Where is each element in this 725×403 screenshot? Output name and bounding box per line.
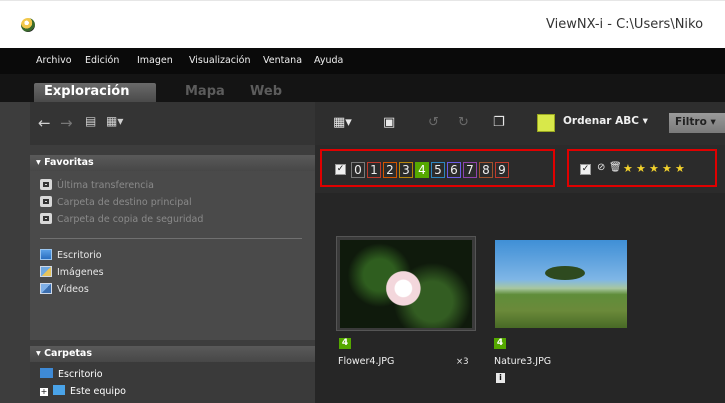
tab-mapa[interactable]: Mapa <box>175 83 235 102</box>
label-filter-checkbox[interactable]: ✓ <box>335 164 346 175</box>
folder-up-icon[interactable]: ▤ <box>85 114 96 128</box>
label-filter-7[interactable]: 7 <box>463 162 477 178</box>
label-filter-2[interactable]: 2 <box>383 162 397 178</box>
menu-edicion[interactable]: Edición <box>85 55 119 66</box>
thumbnail-flower-image[interactable] <box>340 240 472 328</box>
app-icon <box>21 18 35 32</box>
desktop-icon <box>40 249 52 260</box>
folders-panel: Escritorio + Este equipo <box>30 362 315 403</box>
tab-exploracion[interactable]: Exploración <box>34 83 156 102</box>
trash-icon[interactable]: 🗑 <box>609 162 622 173</box>
favorites-divider <box>40 238 302 239</box>
label-filter-1[interactable]: 1 <box>367 162 381 178</box>
label-filter-0[interactable]: 0 <box>351 162 365 178</box>
label-filter-9[interactable]: 9 <box>495 162 509 178</box>
menu-archivo[interactable]: Archivo <box>36 55 72 66</box>
folders-header[interactable]: ▾ Carpetas <box>30 346 315 362</box>
navigation-pane: ← → ▤ ▦▾ ▾ Favoritas Última transferenci… <box>0 102 315 403</box>
menu-imagen[interactable]: Imagen <box>137 55 173 66</box>
expand-plus-icon[interactable]: + <box>40 388 48 396</box>
camera-icon <box>40 213 52 224</box>
label-badge: 4 <box>494 338 506 349</box>
rotate-left-icon[interactable]: ↺ <box>428 115 439 130</box>
fav-videos[interactable]: Vídeos <box>40 283 89 295</box>
rotate-right-icon[interactable]: ↻ <box>458 115 469 130</box>
folder-desktop[interactable]: Escritorio <box>40 368 103 380</box>
folder-this-pc[interactable]: + Este equipo <box>40 385 126 397</box>
star-icon[interactable]: ★ <box>636 162 646 175</box>
menu-ventana[interactable]: Ventana <box>263 55 302 66</box>
filter-bar: ✓ 0123456789 ✓ ⊘ 🗑 ★ ★ ★ ★ ★ <box>315 145 725 193</box>
forward-arrow-icon[interactable]: → <box>60 114 73 132</box>
rating-filter-checkbox[interactable]: ✓ <box>580 164 591 175</box>
camera-icon <box>40 179 52 190</box>
label-filter-4[interactable]: 4 <box>415 162 429 178</box>
fav-main-destination[interactable]: Carpeta de destino principal <box>40 196 192 208</box>
raw-info-icon: i <box>496 373 505 383</box>
pictures-icon <box>40 266 52 277</box>
back-arrow-icon[interactable]: ← <box>38 114 51 132</box>
tab-web[interactable]: Web <box>240 83 292 102</box>
label-badge: 4 <box>339 338 351 349</box>
desktop-icon <box>40 368 53 378</box>
thumbnail-count: ×3 <box>456 357 469 367</box>
label-filter-8[interactable]: 8 <box>479 162 493 178</box>
star-icon[interactable]: ★ <box>623 162 633 175</box>
menu-visualizacion[interactable]: Visualización <box>189 55 251 66</box>
star-icon[interactable]: ★ <box>675 162 685 175</box>
thumbnail-nature-image[interactable] <box>495 240 627 328</box>
thumbnail-filename: Flower4.JPG <box>338 356 395 367</box>
sort-dropdown[interactable]: Ordenar ABC ▾ <box>563 115 648 127</box>
fav-desktop[interactable]: Escritorio <box>40 249 102 261</box>
unrated-icon[interactable]: ⊘ <box>597 162 605 173</box>
thumbnail-filename: Nature3.JPG <box>494 356 552 367</box>
star-icon[interactable]: ★ <box>662 162 672 175</box>
fav-pictures[interactable]: Imágenes <box>40 266 104 278</box>
collapse-arrow-icon: ▾ <box>36 348 45 359</box>
videos-icon <box>40 283 52 294</box>
favorites-panel: Última transferencia Carpeta de destino … <box>30 171 315 340</box>
favorites-menu-icon[interactable]: ▦▾ <box>106 114 123 128</box>
filter-dropdown[interactable]: Filtro ▾ <box>669 113 725 133</box>
grid-view-icon[interactable]: ▦▾ <box>333 115 352 130</box>
workspace-tabs: Exploración Mapa Web <box>0 74 725 102</box>
fav-backup-folder[interactable]: Carpeta de copia de seguridad <box>40 213 203 225</box>
camera-icon <box>40 196 52 207</box>
label-filter-6[interactable]: 6 <box>447 162 461 178</box>
label-filter-3[interactable]: 3 <box>399 162 413 178</box>
fav-last-transfer[interactable]: Última transferencia <box>40 179 154 191</box>
select-toggle-icon[interactable] <box>537 114 555 132</box>
copy-icon[interactable]: ❐ <box>493 115 505 130</box>
collapse-arrow-icon: ▾ <box>36 157 45 168</box>
nav-toolbar: ← → ▤ ▦▾ <box>30 102 315 145</box>
window-title: ViewNX-i - C:\Users\Niko <box>546 17 704 32</box>
browser-toolbar: ▦▾ ▣ ↺ ↻ ❐ Ordenar ABC ▾ Filtro ▾ <box>315 102 725 145</box>
title-bar: ViewNX-i - C:\Users\Niko <box>0 0 725 48</box>
computer-icon <box>53 385 65 395</box>
menu-ayuda[interactable]: Ayuda <box>314 55 343 66</box>
favorites-header[interactable]: ▾ Favoritas <box>30 155 315 171</box>
star-icon[interactable]: ★ <box>649 162 659 175</box>
tree-shape <box>545 266 585 280</box>
image-view-icon[interactable]: ▣ <box>383 115 395 130</box>
label-filter-5[interactable]: 5 <box>431 162 445 178</box>
menu-bar: Archivo Edición Imagen Visualización Ven… <box>0 48 725 74</box>
